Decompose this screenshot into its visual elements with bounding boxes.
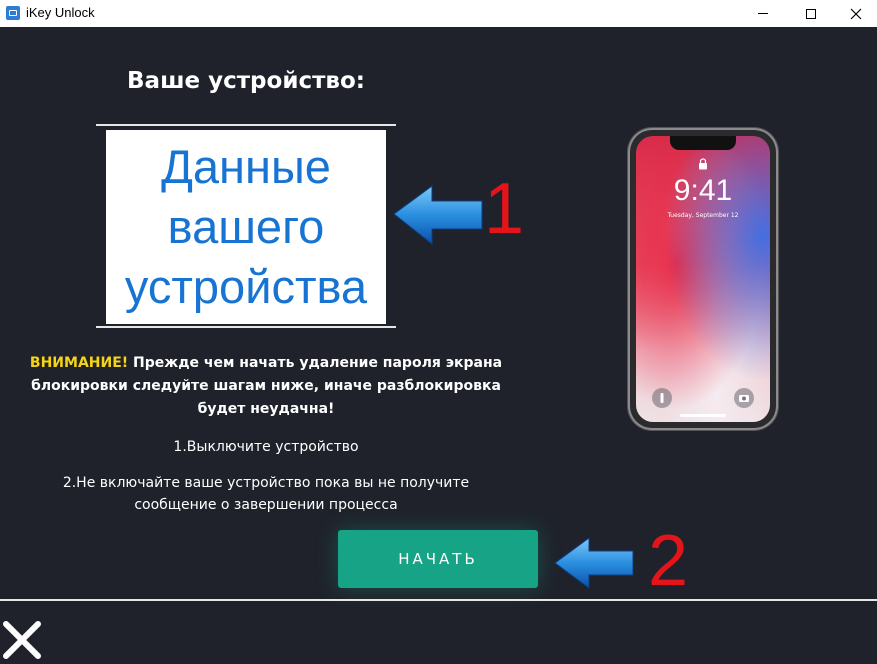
window-title: iKey Unlock <box>26 5 95 20</box>
arrow-left-icon <box>393 185 483 246</box>
phone-notch <box>670 136 736 150</box>
camera-icon <box>734 388 754 408</box>
maximize-button[interactable] <box>788 0 834 27</box>
divider-top <box>96 124 396 126</box>
title-bar: iKey Unlock <box>0 0 877 27</box>
app-icon <box>6 6 20 20</box>
flashlight-icon <box>652 388 672 408</box>
close-x-icon[interactable] <box>2 620 42 660</box>
warning-message: ВНИМАНИЕ! Прежде чем начать удаление пар… <box>20 352 512 421</box>
arrow-left-icon <box>554 537 634 589</box>
start-button[interactable]: НАЧАТЬ <box>338 530 538 588</box>
annotation-number-2: 2 <box>648 521 689 601</box>
phone-date: Tuesday, September 12 <box>667 212 739 219</box>
annotation-number-1: 1 <box>484 169 525 249</box>
page-title: Ваше устройство: <box>127 68 365 94</box>
close-icon <box>850 8 862 19</box>
phone-time: 9:41 <box>673 174 733 207</box>
window-close-button[interactable] <box>833 0 877 27</box>
device-info-text: Данные вашего устройства <box>124 140 368 313</box>
lock-icon <box>699 158 707 170</box>
step-1-text: 1.Выключите устройство <box>173 439 359 455</box>
minimize-icon <box>758 13 768 14</box>
warning-label: ВНИМАНИЕ! <box>29 355 129 371</box>
phone-screen: 9:41 Tuesday, September 12 <box>636 136 770 422</box>
bottom-divider <box>0 599 877 601</box>
minimize-button[interactable] <box>740 0 786 27</box>
device-info-box: Данные вашего устройства <box>106 130 386 324</box>
home-indicator <box>680 414 726 417</box>
maximize-icon <box>806 8 816 19</box>
step-2-text: 2.Не включайте ваше устройство пока вы н… <box>62 475 470 513</box>
divider-bottom <box>96 326 396 328</box>
phone-image: 9:41 Tuesday, September 12 <box>628 128 778 430</box>
